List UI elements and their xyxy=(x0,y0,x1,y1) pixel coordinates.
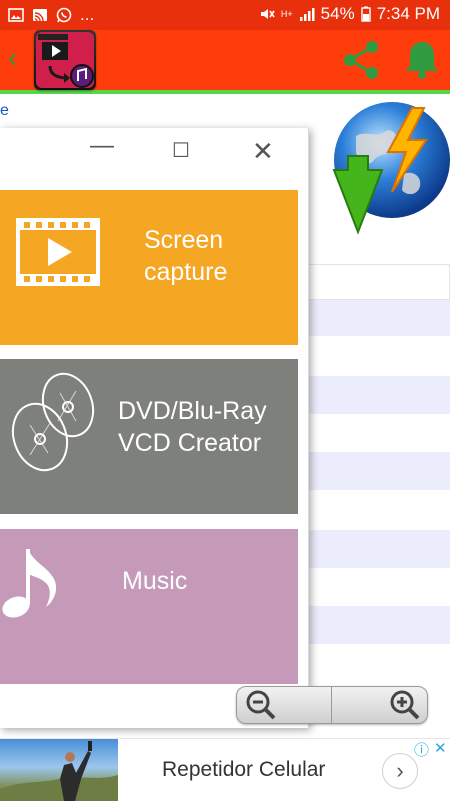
minimize-icon[interactable]: — xyxy=(90,132,114,160)
window-controls: — ☐ ✕ xyxy=(80,132,300,168)
close-icon[interactable]: ✕ xyxy=(252,136,274,167)
disc-icon xyxy=(11,372,95,472)
tile-label: Music xyxy=(122,567,188,595)
signal-icon xyxy=(299,8,315,21)
battery-icon xyxy=(360,6,371,22)
image-icon xyxy=(8,8,24,22)
status-time: 7:34 PM xyxy=(376,4,440,23)
ad-banner[interactable]: Repetidor Celular › ⓘ ✕ xyxy=(0,738,450,801)
share-icon[interactable] xyxy=(340,38,384,82)
stripe xyxy=(300,376,450,414)
zoom-in-icon[interactable] xyxy=(389,689,421,721)
mute-icon xyxy=(260,9,275,19)
status-ellipsis: ... xyxy=(80,5,95,24)
bell-icon[interactable] xyxy=(402,38,442,82)
info-icon[interactable]: ⓘ xyxy=(414,739,432,759)
link-fragment[interactable]: e xyxy=(0,102,9,120)
cast-icon xyxy=(33,9,47,22)
table-row xyxy=(300,264,450,300)
tile-dvd-creator[interactable]: DVD/Blu-Ray VCD Creator xyxy=(0,359,298,514)
zoom-divider xyxy=(331,687,332,723)
tile-label: Screen capture xyxy=(144,226,228,286)
zoom-controls xyxy=(236,686,428,724)
tile-screen-capture[interactable]: Screen capture xyxy=(0,190,298,345)
stripe xyxy=(300,452,450,490)
app-logo xyxy=(34,30,96,90)
maximize-icon[interactable]: ☐ xyxy=(172,138,190,163)
ad-arrow-button[interactable]: › xyxy=(382,753,418,789)
globe-lightning-download-icon xyxy=(332,102,450,235)
app-window: — ☐ ✕ Screen capture DVD/Blu-Ray VCD Cre… xyxy=(0,128,309,728)
whatsapp-icon xyxy=(56,7,72,23)
stripe xyxy=(300,530,450,568)
battery-percent: 54% xyxy=(320,4,355,23)
video-to-audio-logo xyxy=(36,32,94,88)
close-icon[interactable]: ✕ xyxy=(434,739,447,757)
music-note-icon xyxy=(2,549,57,618)
ad-image[interactable] xyxy=(0,739,118,801)
tile-music[interactable]: Music xyxy=(0,529,298,684)
stripe xyxy=(300,298,450,336)
ad-title[interactable]: Repetidor Celular xyxy=(162,758,325,782)
status-bar: ... H+ 54% 7:34 PM xyxy=(0,0,450,30)
back-chevron-icon[interactable]: ‹ xyxy=(8,44,17,72)
app-bar: ‹ xyxy=(0,30,450,94)
tile-label: DVD/Blu-Ray VCD Creator xyxy=(118,397,267,457)
zoom-out-icon[interactable] xyxy=(245,689,277,721)
stripe xyxy=(300,606,450,644)
network-label: H+ xyxy=(280,9,293,19)
film-play-icon xyxy=(16,218,100,286)
